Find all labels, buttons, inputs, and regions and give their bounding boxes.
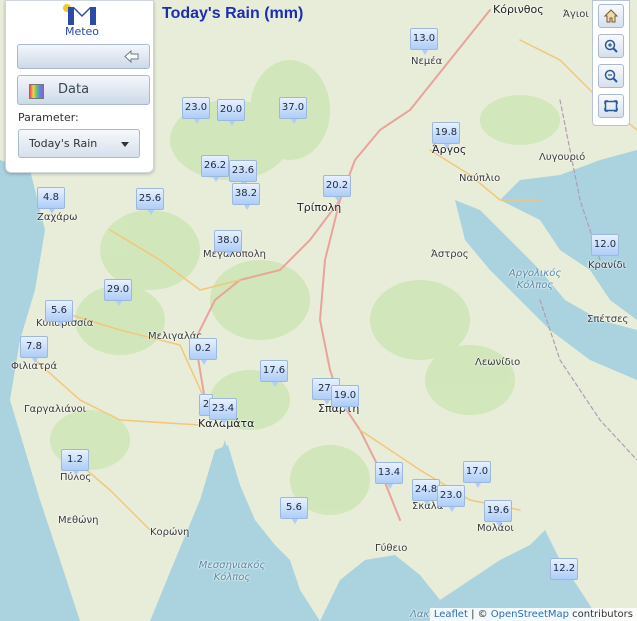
rain-marker[interactable]: 20.2: [323, 175, 351, 202]
arrow-left-icon: [124, 50, 139, 63]
rain-marker[interactable]: 23.6: [229, 160, 257, 187]
place-label-nafplio: Ναύπλιο: [459, 173, 501, 184]
place-label-agioi: Άγιοι: [563, 9, 589, 20]
place-label-spetses: Σπέτσες: [587, 314, 629, 325]
leaflet-link[interactable]: Leaflet: [434, 609, 468, 620]
rain-marker[interactable]: 12.0: [591, 234, 619, 261]
place-label-tripoli: Τρίπολη: [297, 201, 342, 214]
place-label-koroni: Κορώνη: [150, 527, 190, 538]
rain-marker[interactable]: 12.2: [550, 558, 578, 585]
rain-marker[interactable]: 29.0: [104, 279, 132, 306]
place-label-messiniakos-gulf: Μεσσηνιακός Κόλπος: [198, 560, 266, 583]
place-label-astros: Άστρος: [431, 249, 469, 260]
map-toolbar: [592, 0, 630, 126]
place-label-lygourio: Λυγουριό: [539, 152, 586, 163]
rain-marker[interactable]: 25.6: [136, 188, 164, 215]
parameter-selected-value: Today's Rain: [29, 137, 98, 150]
attribution-separator: | ©: [467, 609, 491, 620]
fullscreen-icon: [604, 100, 618, 112]
fullscreen-button[interactable]: [598, 94, 624, 118]
rain-marker[interactable]: 5.6: [45, 300, 73, 327]
logo-text: Meteo: [64, 25, 100, 38]
meteo-logo: Meteo: [58, 3, 106, 39]
control-panel: Meteo Data Parameter: Today's Rain: [5, 0, 154, 173]
data-button-label: Data: [58, 82, 90, 97]
openstreetmap-link[interactable]: OpenStreetMap: [491, 609, 569, 620]
place-label-nemea: Νεμέα: [411, 56, 443, 67]
place-label-gargaliani: Γαργαλιάνοι: [24, 404, 87, 415]
place-label-gytheio: Γύθειο: [375, 543, 408, 554]
map-title: Today's Rain (mm): [162, 5, 304, 22]
logo-mark-icon: [63, 4, 96, 25]
rain-marker[interactable]: 17.0: [463, 461, 491, 488]
parameter-label: Parameter:: [18, 111, 79, 124]
rain-marker[interactable]: 26.2: [201, 155, 229, 182]
place-label-methoni: Μεθώνη: [58, 515, 99, 526]
map-attribution: Leaflet | © OpenStreetMap contributors: [429, 608, 637, 621]
rain-marker[interactable]: 23.0: [437, 485, 465, 512]
rain-marker[interactable]: 13.0: [410, 28, 438, 55]
rain-marker[interactable]: 4.8: [37, 187, 65, 214]
zoom-in-button[interactable]: [598, 34, 624, 58]
color-palette-icon: [29, 84, 44, 99]
attribution-tail: contributors: [569, 609, 633, 620]
place-label-zacharo: Ζαχάρω: [37, 212, 78, 223]
rain-marker[interactable]: 23.0: [182, 97, 210, 124]
zoom-out-icon: [604, 69, 618, 83]
rain-marker[interactable]: 17.6: [260, 360, 288, 387]
place-label-kranidi: Κρανίδι: [588, 260, 626, 271]
home-button[interactable]: [598, 4, 624, 28]
rain-marker[interactable]: 38.2: [232, 183, 260, 210]
rain-marker[interactable]: 23.4: [209, 398, 237, 425]
rain-marker[interactable]: 7.8: [20, 336, 48, 363]
rain-marker[interactable]: 0.2: [189, 338, 217, 365]
place-label-korinthos: Κόρινθος: [493, 3, 544, 16]
chevron-down-icon: [121, 142, 129, 147]
zoom-out-button[interactable]: [598, 64, 624, 88]
rain-marker[interactable]: 1.2: [61, 449, 89, 476]
place-label-leonidio: Λεωνίδιο: [475, 357, 521, 368]
rain-marker[interactable]: 38.0: [214, 230, 242, 257]
rain-marker[interactable]: 5.6: [280, 497, 308, 524]
rain-marker[interactable]: 19.8: [432, 122, 460, 149]
zoom-in-icon: [604, 39, 618, 53]
collapse-panel-button[interactable]: [17, 44, 150, 69]
rain-marker[interactable]: 37.0: [279, 97, 307, 124]
rain-marker[interactable]: 19.6: [484, 500, 512, 527]
data-button[interactable]: Data: [17, 75, 150, 105]
rain-marker[interactable]: 19.0: [331, 385, 359, 412]
parameter-select[interactable]: Today's Rain: [18, 129, 140, 158]
place-label-argolikos-gulf: Αργολικός Κόλπος: [508, 268, 562, 291]
rain-marker[interactable]: 20.0: [217, 99, 245, 126]
rain-marker[interactable]: 13.4: [375, 462, 403, 489]
rain-marker[interactable]: 24.8: [412, 479, 440, 506]
home-icon: [603, 9, 619, 23]
